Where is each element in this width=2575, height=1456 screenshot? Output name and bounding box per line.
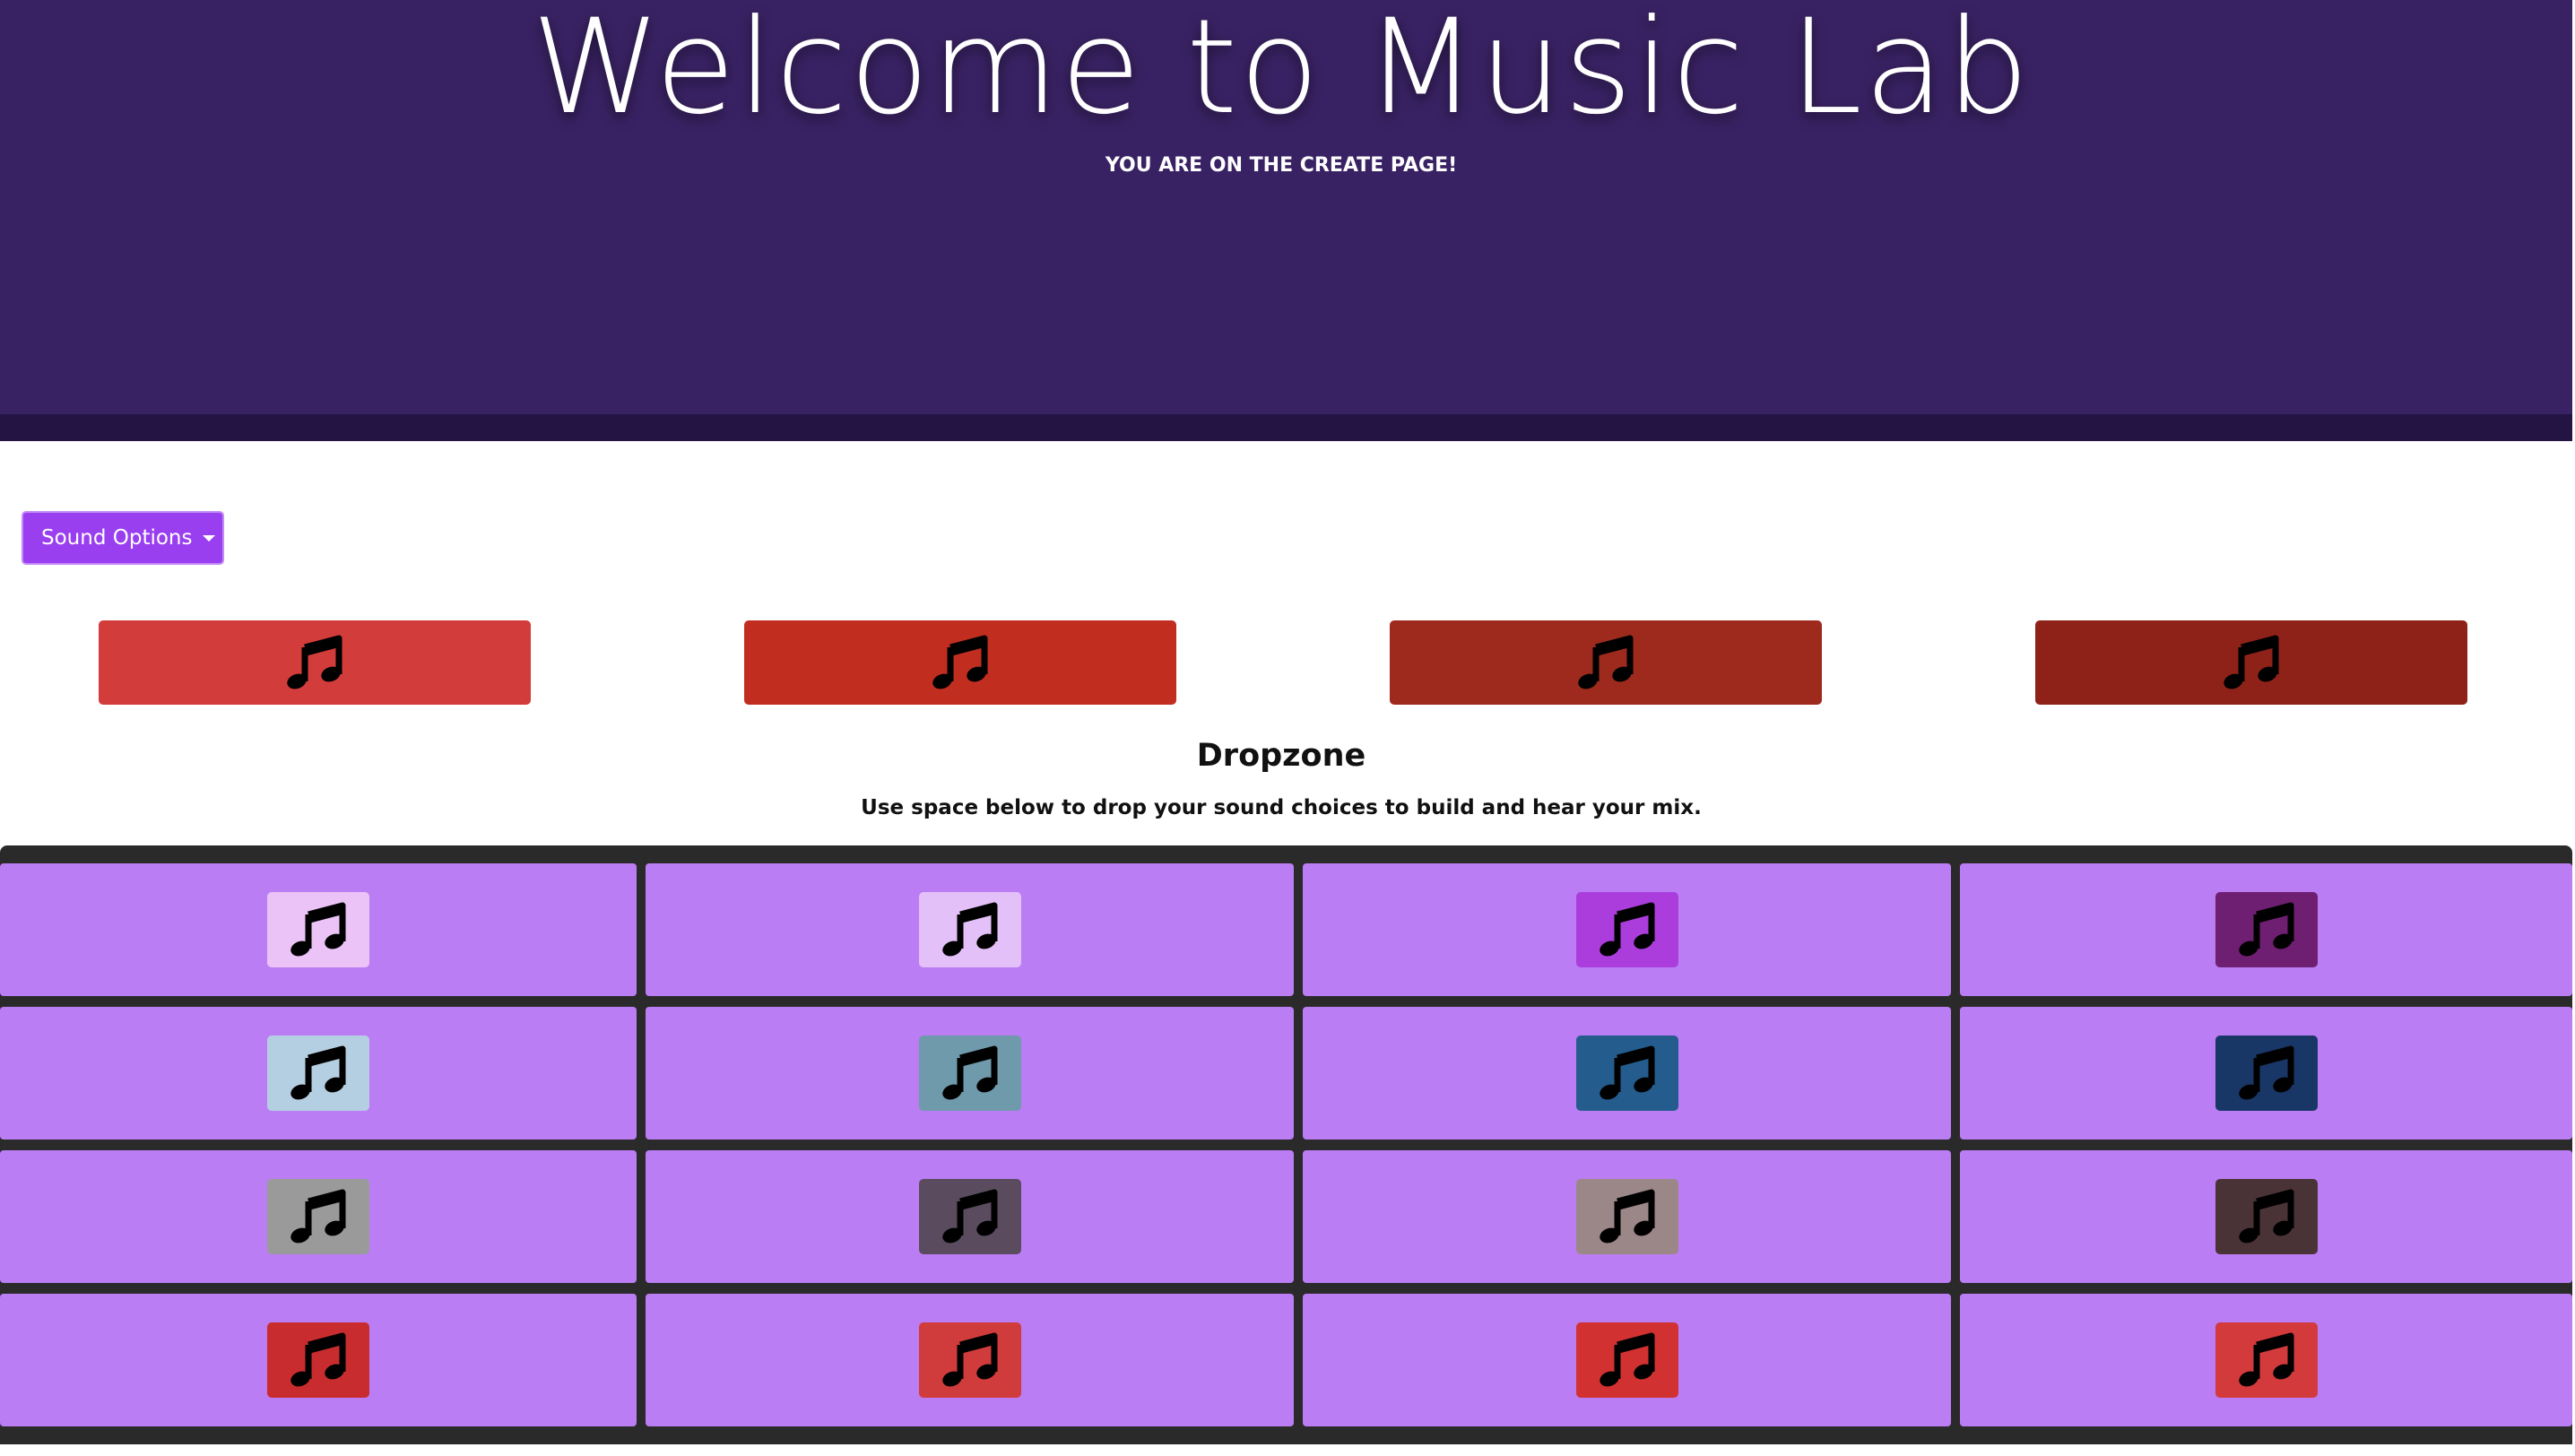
dropzone-cell[interactable] — [1960, 1150, 2572, 1283]
sound-button-3[interactable] — [1390, 620, 1822, 705]
dropzone-cell[interactable] — [646, 1007, 1294, 1140]
sound-tile[interactable] — [1575, 1322, 1678, 1398]
hero-banner: Welcome to Music Lab YOU ARE ON THE CREA… — [0, 0, 2572, 414]
music-note-icon — [941, 1189, 997, 1244]
music-note-icon — [932, 635, 988, 689]
music-note-icon — [2238, 1332, 2293, 1387]
dropzone-cell[interactable] — [1303, 1007, 1951, 1140]
music-note-icon — [1599, 1045, 1654, 1100]
dropzone-grid[interactable] — [0, 845, 2572, 1444]
dropzone-cell[interactable] — [646, 1150, 1294, 1283]
music-note-icon — [287, 635, 342, 689]
sound-tile[interactable] — [2215, 1322, 2318, 1398]
sound-button-1[interactable] — [99, 620, 531, 705]
music-note-icon — [290, 902, 346, 957]
music-note-icon — [2224, 635, 2279, 689]
sound-tile[interactable] — [918, 1322, 1021, 1398]
sound-tile[interactable] — [267, 1036, 369, 1111]
dropzone-cell[interactable] — [1303, 1150, 1951, 1283]
dropzone-cell[interactable] — [646, 1294, 1294, 1426]
caret-down-icon — [203, 534, 216, 542]
dropzone-cell[interactable] — [646, 863, 1294, 996]
page-title: Welcome to Music Lab — [531, 0, 2032, 143]
page-subtitle: YOU ARE ON THE CREATE PAGE! — [1105, 154, 1458, 177]
music-note-icon — [1599, 1189, 1654, 1244]
dropzone-cell[interactable] — [1960, 1294, 2572, 1426]
sound-tile[interactable] — [2215, 1179, 2318, 1254]
dropzone-instructions: Use space below to drop your sound choic… — [861, 796, 1702, 819]
music-note-icon — [1578, 635, 1634, 689]
sound-tile[interactable] — [1575, 1036, 1678, 1111]
music-note-icon — [290, 1045, 346, 1100]
music-note-icon — [1599, 1332, 1654, 1387]
dropzone-cell[interactable] — [0, 1150, 637, 1283]
sound-options-label: Sound Options — [41, 526, 193, 550]
sound-tile[interactable] — [918, 1036, 1021, 1111]
music-note-icon — [2238, 1045, 2293, 1100]
sound-tile[interactable] — [267, 1179, 369, 1254]
sound-tile[interactable] — [2215, 892, 2318, 967]
dropzone-cell[interactable] — [1960, 863, 2572, 996]
sound-options-dropdown[interactable]: Sound Options — [22, 511, 224, 565]
music-note-icon — [2238, 1189, 2293, 1244]
sound-tile[interactable] — [1575, 1179, 1678, 1254]
dropzone-cell[interactable] — [0, 863, 637, 996]
hero-bottom-band — [0, 414, 2572, 441]
sound-tile[interactable] — [267, 892, 369, 967]
dropzone-cell[interactable] — [1960, 1007, 2572, 1140]
sound-tile[interactable] — [2215, 1036, 2318, 1111]
dropzone-cell[interactable] — [1303, 1294, 1951, 1426]
dropzone-cell[interactable] — [0, 1007, 637, 1140]
music-lab-page: Welcome to Music Lab YOU ARE ON THE CREA… — [0, 0, 2575, 1456]
dropzone-cell[interactable] — [1303, 863, 1951, 996]
music-note-icon — [2238, 902, 2293, 957]
dropzone-cell[interactable] — [0, 1294, 637, 1426]
music-note-icon — [290, 1332, 346, 1387]
sound-button-4[interactable] — [2035, 620, 2467, 705]
sound-tile[interactable] — [918, 892, 1021, 967]
dropzone-title: Dropzone — [1196, 738, 1366, 774]
sound-button-2[interactable] — [744, 620, 1176, 705]
sound-tile[interactable] — [918, 1179, 1021, 1254]
sound-tile[interactable] — [1575, 892, 1678, 967]
music-note-icon — [941, 902, 997, 957]
sound-tile[interactable] — [267, 1322, 369, 1398]
music-note-icon — [941, 1332, 997, 1387]
music-note-icon — [290, 1189, 346, 1244]
music-note-icon — [941, 1045, 997, 1100]
music-note-icon — [1599, 902, 1654, 957]
